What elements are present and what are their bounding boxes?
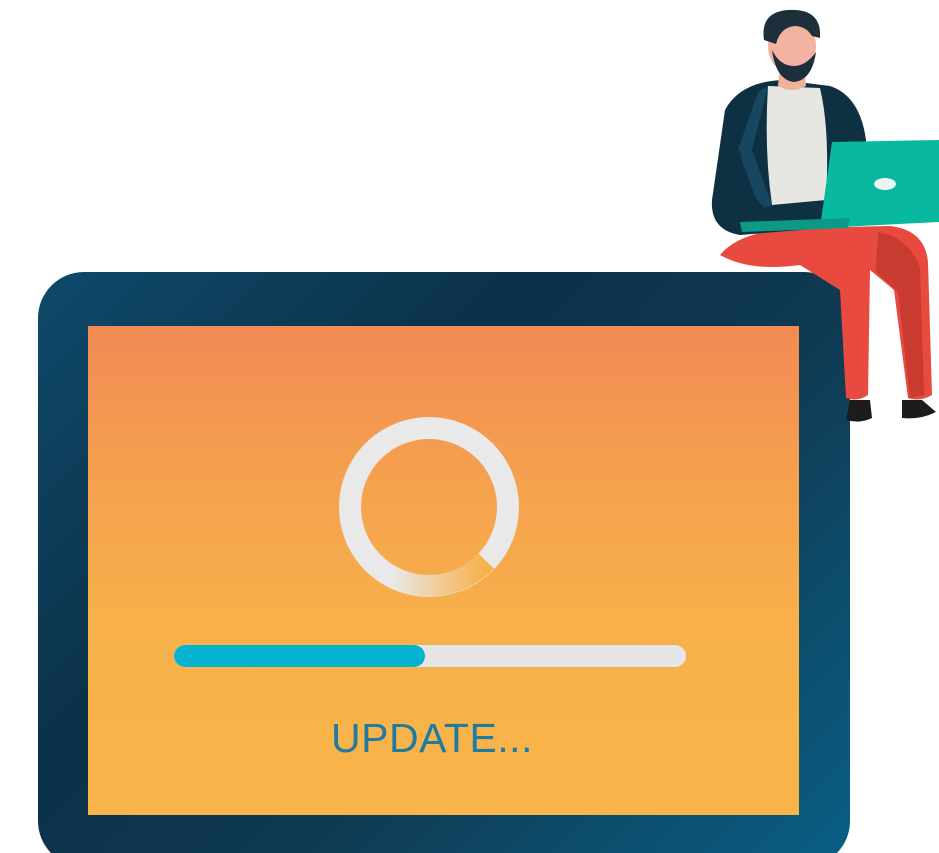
laptop-logo [874,178,896,190]
spinner-progress-arc [385,553,494,597]
person-figure [711,9,939,422]
loading-ring-icon [339,417,519,597]
shoe-left [846,400,872,422]
person-with-laptop-illustration [711,9,939,422]
shoe-right [902,400,936,419]
progress-bar [174,645,686,667]
update-illustration: UPDATE... [0,0,939,853]
progress-bar-fill [174,645,425,667]
status-label: UPDATE... [331,715,533,761]
